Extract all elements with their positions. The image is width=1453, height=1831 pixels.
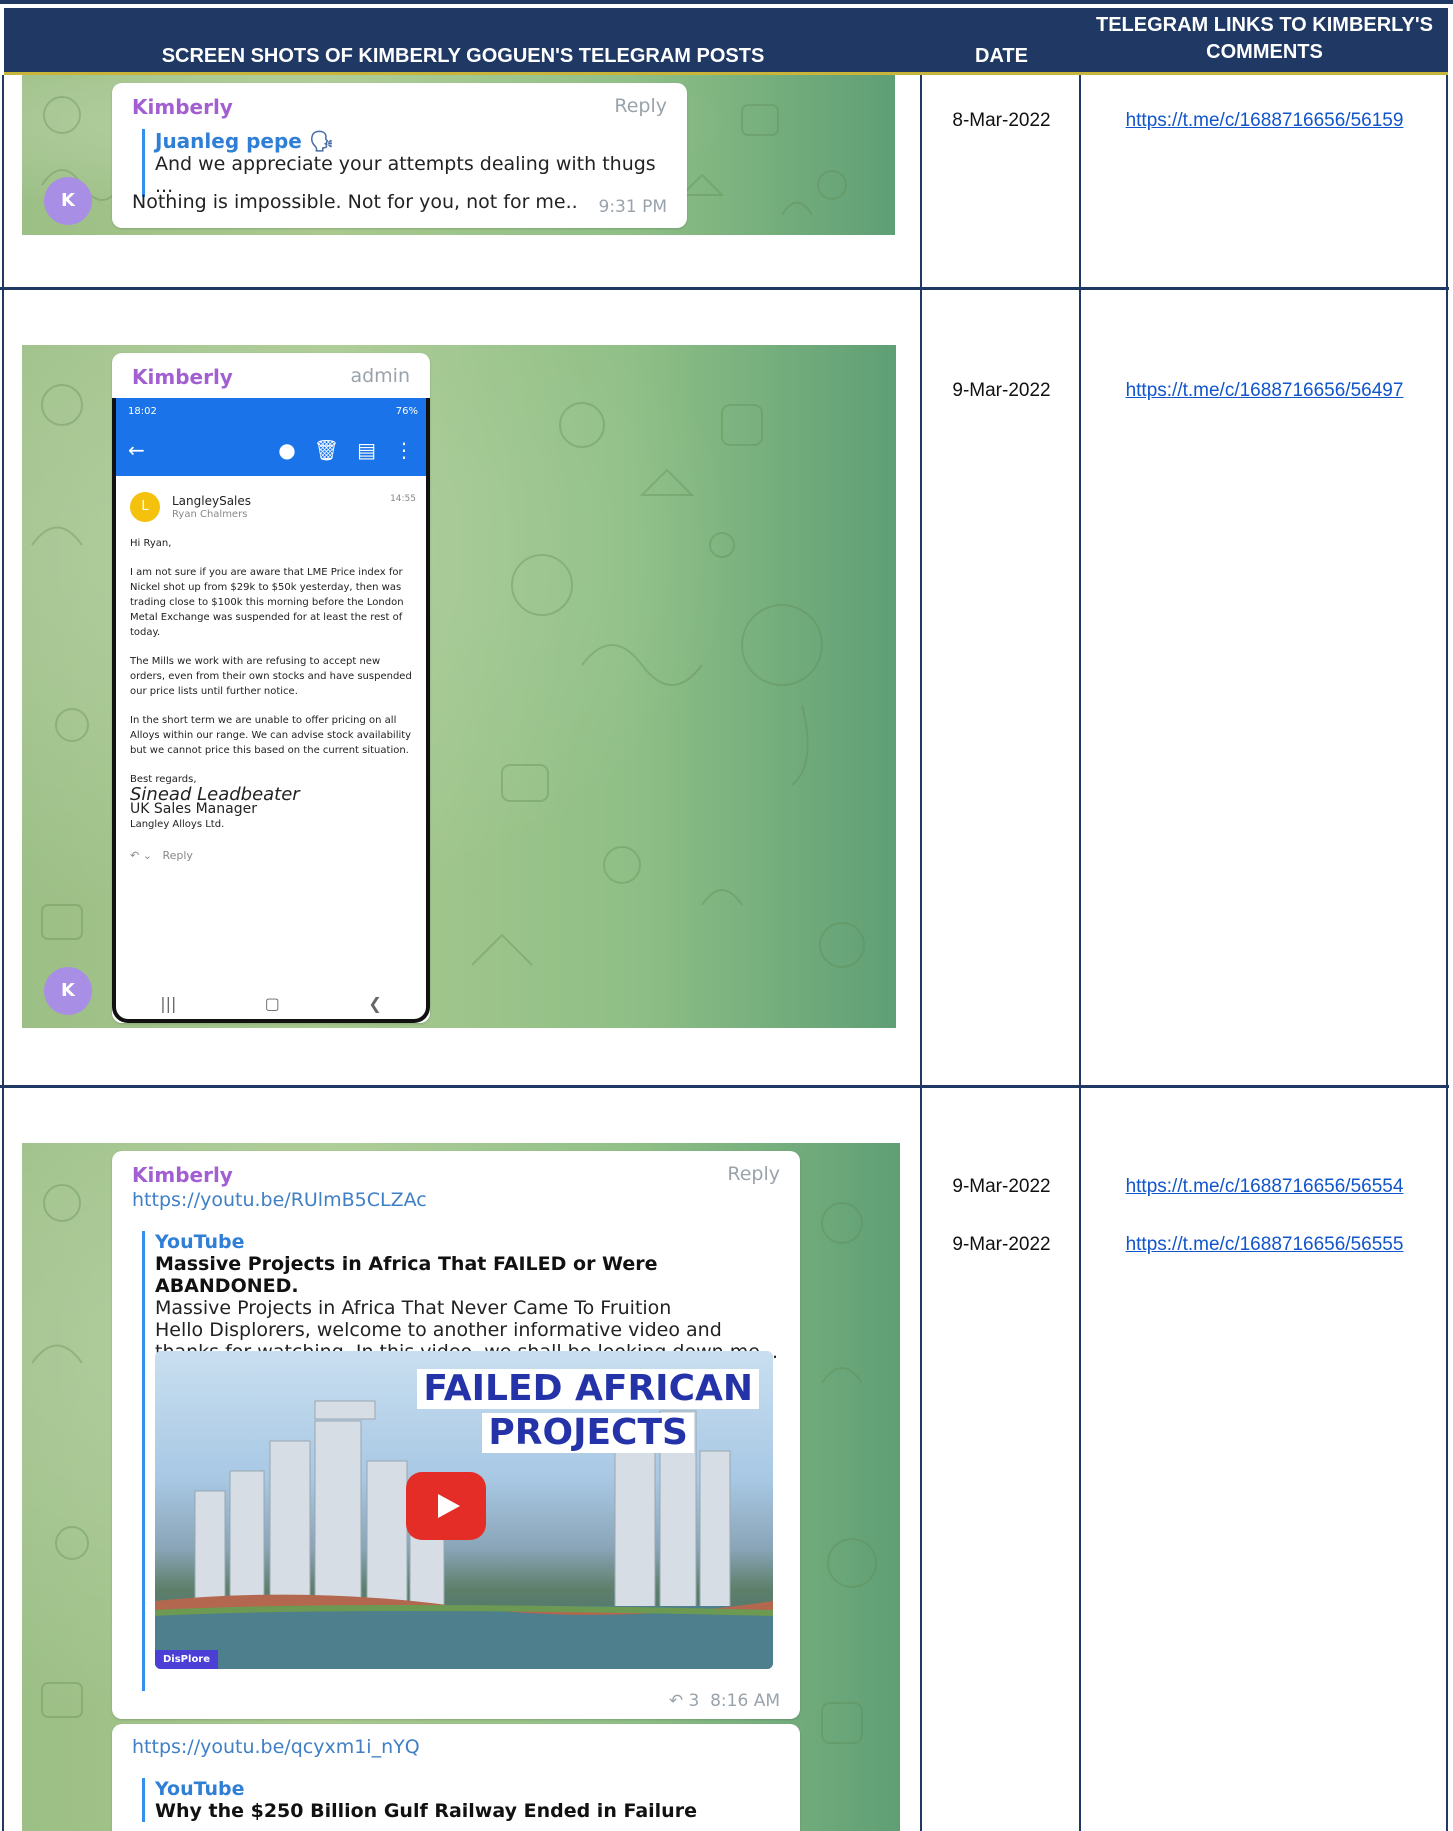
telegram-link[interactable]: https://t.me/c/1688716656/56554 [1081, 1176, 1448, 1198]
message-text: Nothing is impossible. Not for you, not … [132, 191, 578, 213]
phone-battery: 76% [395, 406, 418, 417]
column-divider-links [1079, 75, 1081, 1831]
email-actions: ← ● 🗑 ▤ ⋮ [116, 424, 426, 476]
email-paragraph: The Mills we work with are refusing to a… [130, 656, 412, 697]
more-vert-icon[interactable]: ⋮ [394, 438, 414, 462]
row-divider [0, 287, 1449, 290]
link-preview[interactable]: YouTube Why the $250 Billion Gulf Railwa… [142, 1778, 782, 1822]
telegram-screenshot: Kimberly admin 18:02 76% ← ● 🗑 ▤ ⋮ L Lan… [22, 345, 896, 1028]
avatar[interactable]: K [44, 177, 92, 225]
telegram-link[interactable]: https://t.me/c/1688716656/56497 [1081, 380, 1448, 402]
column-divider-date [920, 75, 922, 1831]
video-thumbnail[interactable]: FAILED AFRICAN PROJECTS DisPlore [155, 1351, 773, 1669]
sender-name: Kimberly [132, 95, 233, 119]
header-screenshots: SCREEN SHOTS OF KIMBERLY GOGUEN'S TELEGR… [4, 8, 922, 75]
email-from: LangleySales [172, 494, 252, 508]
quoted-message[interactable]: Juanleg pepe 🗣 And we appreciate your at… [142, 129, 662, 197]
table-border-right [1446, 75, 1448, 1831]
phone-toolbar: 18:02 76% ← ● 🗑 ▤ ⋮ [116, 398, 426, 476]
preview-description: Massive Projects in Africa That Never Ca… [155, 1297, 672, 1319]
youtube-link[interactable]: https://youtu.be/RUlmB5CLZAc [132, 1189, 427, 1211]
top-border [0, 0, 1453, 8]
email-paragraph: In the short term we are unable to offer… [130, 715, 412, 756]
message-bubble[interactable]: Kimberly Reply https://youtu.be/RUlmB5CL… [112, 1151, 800, 1719]
preview-source: YouTube [155, 1778, 245, 1800]
sender-name: Kimberly [132, 1163, 233, 1187]
row-divider [0, 1085, 1449, 1088]
header-date: DATE [922, 8, 1081, 75]
message-bubble[interactable]: Kimberly Reply Juanleg pepe 🗣 And we app… [112, 83, 687, 228]
sender-name: Kimberly [132, 365, 233, 389]
play-icon [438, 1494, 460, 1518]
quoted-sender: Juanleg pepe 🗣 [155, 129, 335, 153]
row-date: 9-Mar-2022 [952, 380, 1051, 401]
reply-arrow-icon: ↶ ⌄ [130, 849, 152, 862]
trash-icon[interactable]: 🗑 [314, 438, 339, 462]
signature-company: Langley Alloys Ltd. [130, 819, 225, 830]
message-meta: ↶ 3 8:16 AM [668, 1691, 780, 1711]
telegram-screenshot: Kimberly Reply Juanleg pepe 🗣 And we app… [22, 75, 895, 235]
recents-icon[interactable]: ||| [160, 994, 176, 1013]
phone-status-bar: 18:02 76% [116, 398, 426, 424]
home-icon[interactable]: ▢ [265, 994, 280, 1013]
email-time: 14:55 [390, 494, 416, 504]
youtube-link[interactable]: https://youtu.be/qcyxm1i_nYQ [132, 1736, 420, 1758]
preview-title: Massive Projects in Africa That FAILED o… [155, 1253, 658, 1297]
row-date: 9-Mar-2022 [952, 1234, 1051, 1255]
telegram-screenshot: Kimberly Reply https://youtu.be/RUlmB5CL… [22, 1143, 900, 1831]
email-reply[interactable]: ↶ ⌄ Reply [130, 848, 412, 863]
email-header: L LangleySales Ryan Chalmers 14:55 [116, 476, 426, 536]
table-border-left [2, 75, 4, 1831]
reply-button[interactable]: Reply [614, 95, 667, 117]
preview-title: Why the $250 Billion Gulf Railway Ended … [155, 1800, 697, 1822]
message-bubble[interactable]: https://youtu.be/qcyxm1i_nYQ YouTube Why… [112, 1724, 800, 1831]
email-screenshot: 18:02 76% ← ● 🗑 ▤ ⋮ L LangleySales Ryan … [112, 398, 430, 1023]
admin-badge: admin [350, 365, 410, 387]
thumbnail-text: FAILED AFRICAN PROJECTS [417, 1369, 759, 1453]
archive-icon[interactable]: ▤ [357, 438, 376, 462]
back-arrow-icon[interactable]: ← [128, 438, 145, 462]
reply-button[interactable]: Reply [727, 1163, 780, 1185]
document-page: SCREEN SHOTS OF KIMBERLY GOGUEN'S TELEGR… [0, 0, 1453, 1831]
phone-clock: 18:02 [128, 406, 157, 417]
sender-avatar: L [130, 492, 160, 522]
preview-source: YouTube [155, 1231, 245, 1253]
message-time: 9:31 PM [598, 197, 668, 217]
email-body: Hi Ryan, I am not sure if you are aware … [116, 536, 426, 863]
avatar[interactable]: K [44, 967, 92, 1015]
back-icon[interactable]: ❮ [368, 994, 381, 1013]
link-preview[interactable]: YouTube Massive Projects in Africa That … [142, 1231, 782, 1691]
forward-icon: ↶ [668, 1691, 684, 1711]
row-date: 8-Mar-2022 [952, 110, 1051, 131]
telegram-link[interactable]: https://t.me/c/1688716656/56159 [1081, 110, 1448, 132]
phone-nav-bar: ||| ▢ ❮ [116, 994, 426, 1013]
row-date: 9-Mar-2022 [952, 1176, 1051, 1197]
header-links: TELEGRAM LINKS TO KIMBERLY'S COMMENTS [1081, 8, 1448, 75]
telegram-link[interactable]: https://t.me/c/1688716656/56555 [1081, 1234, 1448, 1256]
speech-bubble-icon: 🗣 [308, 129, 335, 153]
play-button[interactable] [406, 1472, 486, 1540]
bell-icon[interactable]: ● [278, 438, 295, 462]
email-paragraph: I am not sure if you are aware that LME … [130, 567, 404, 638]
channel-badge: DisPlore [155, 1650, 219, 1669]
preview-description: Hello Displorers, welcome to another inf… [155, 1319, 722, 1341]
message-bubble[interactable]: Kimberly admin 18:02 76% ← ● 🗑 ▤ ⋮ L Lan… [112, 353, 430, 1023]
signature-name: Sinead Leadbeater [130, 784, 300, 805]
email-greeting: Hi Ryan, [130, 538, 172, 549]
email-to: Ryan Chalmers [172, 509, 248, 520]
